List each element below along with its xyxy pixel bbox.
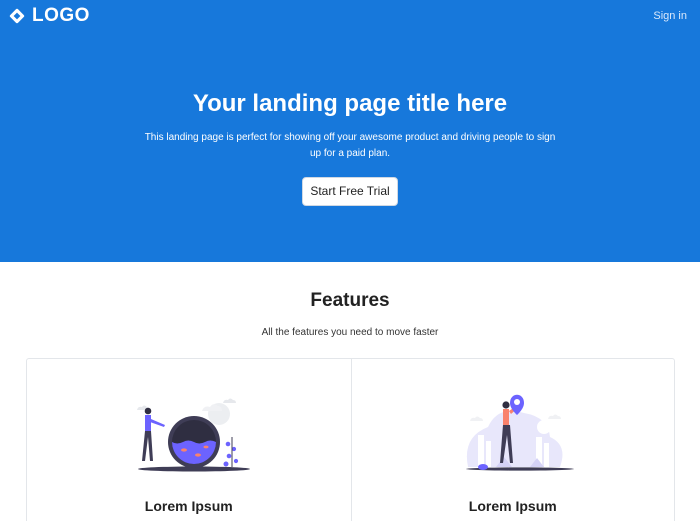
hero-subtitle: This landing page is perfect for showing… (144, 132, 556, 159)
sign-in-link[interactable]: Sign in (653, 10, 687, 22)
hero-section: LOGO Sign in Your landing page title her… (0, 0, 700, 262)
features-heading: Features (310, 290, 390, 311)
features-subtitle: All the features you need to move faster (261, 327, 439, 338)
feature-card-title: Lorem Ipsum (144, 498, 233, 514)
feature-card: Lorem Ipsum (27, 359, 351, 521)
feature-cards: Lorem Ipsum Lorem Ipsum (26, 358, 675, 521)
feature-card: Lorem Ipsum (350, 359, 675, 521)
logo-text: LOGO (32, 5, 90, 26)
logo[interactable]: LOGO (9, 6, 90, 26)
feature-card-title: Lorem Ipsum (468, 498, 557, 514)
page-title: Your landing page title here (192, 90, 508, 117)
person-with-location-pin-illustration (465, 394, 574, 471)
diamond-logo-icon (9, 8, 25, 24)
person-with-fishbowl-illustration (136, 398, 250, 472)
start-free-trial-button[interactable]: Start Free Trial (302, 177, 398, 206)
